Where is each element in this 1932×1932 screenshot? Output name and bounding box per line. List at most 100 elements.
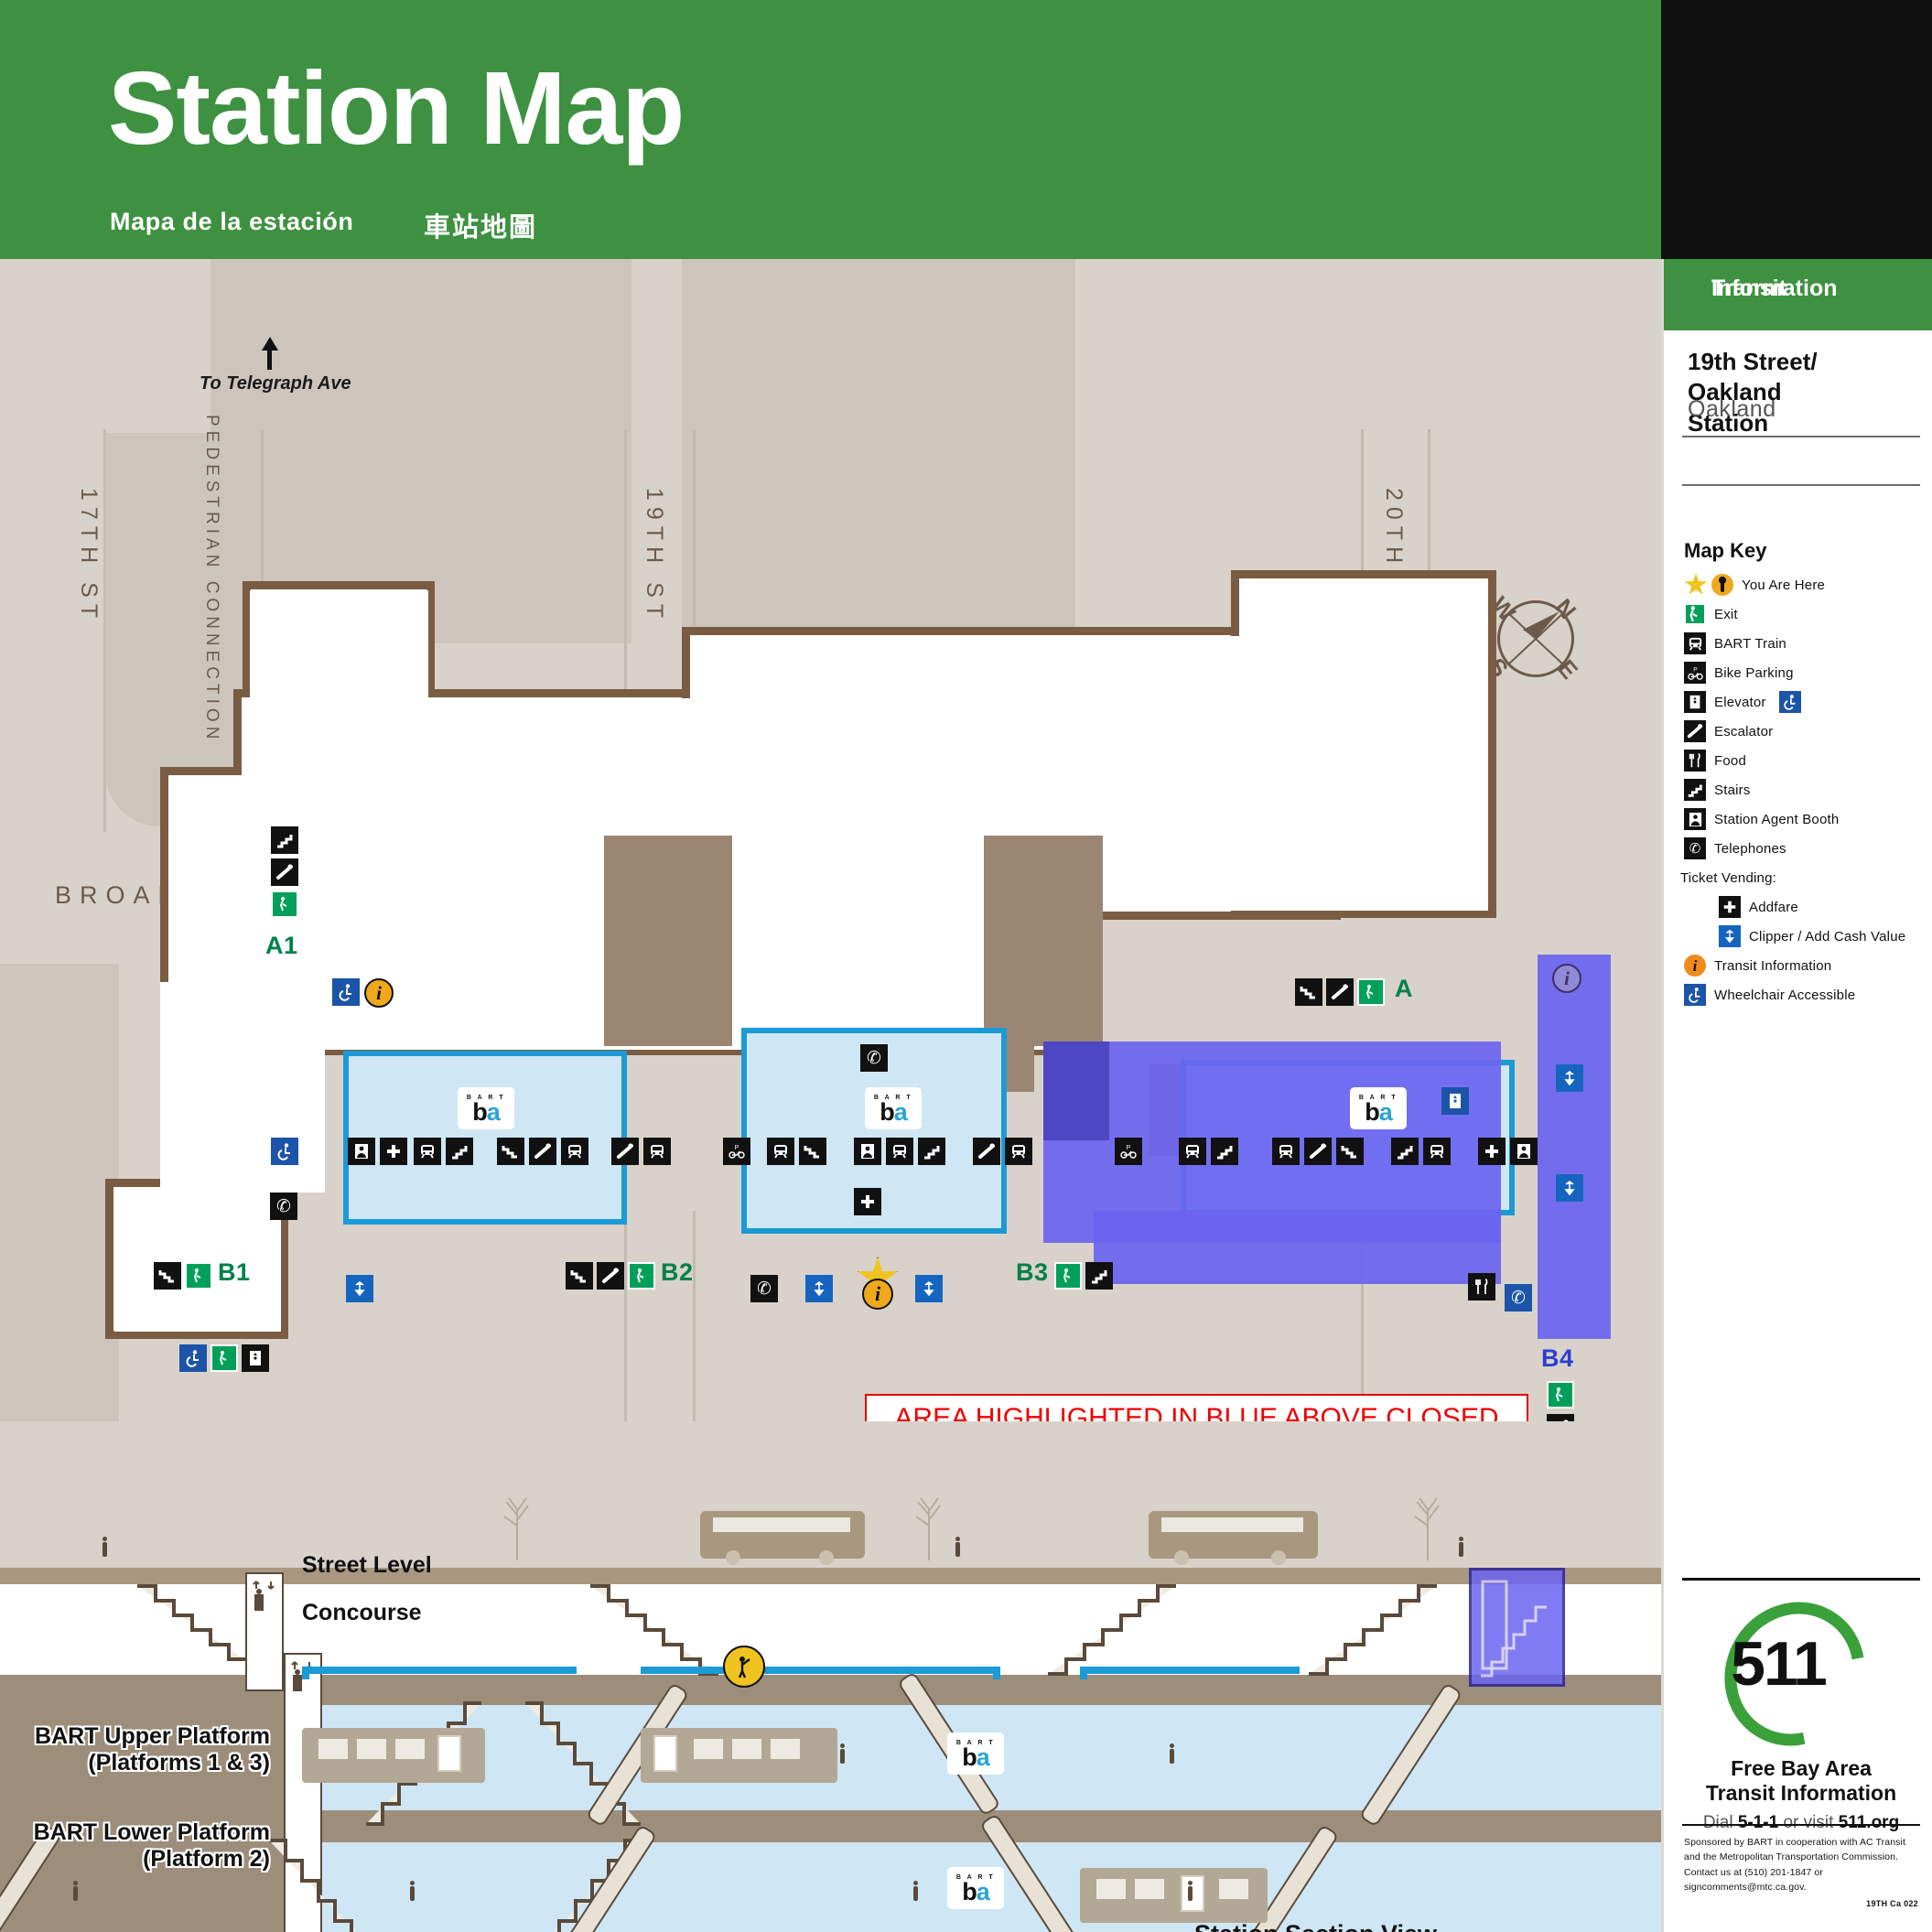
escalator-icon xyxy=(1326,978,1354,1006)
street-label-17th: 17TH ST xyxy=(76,488,102,625)
map-key-item-label: Telephones xyxy=(1714,840,1786,857)
paid-area-line xyxy=(993,1667,1000,1679)
bike-parking-icon: P xyxy=(1684,662,1706,684)
city-block xyxy=(682,259,1075,643)
person-icon xyxy=(738,1657,750,1678)
telephone-icon: ✆ xyxy=(860,1044,888,1072)
map-key-item-label: Escalator xyxy=(1714,723,1774,739)
star-icon xyxy=(1684,573,1708,595)
person-icon xyxy=(103,1537,107,1557)
clipper-icon xyxy=(1556,1064,1583,1092)
escalator-icon xyxy=(597,1262,624,1290)
dial-number: 5-1-1 xyxy=(1737,1813,1779,1832)
stairs-icon xyxy=(497,1138,524,1165)
map-key-item-label: Food xyxy=(1714,752,1746,769)
clipper-icon xyxy=(1719,925,1741,947)
food-icon xyxy=(1468,1273,1495,1301)
stairs-icon xyxy=(269,1839,384,1932)
train-door xyxy=(1181,1875,1204,1912)
stairs-icon xyxy=(1684,779,1706,801)
stairs-icon xyxy=(271,826,298,854)
stairs-icon xyxy=(154,1262,181,1290)
bart-logo-a: a xyxy=(976,1877,990,1905)
addfare-icon xyxy=(380,1138,407,1165)
bart-train-icon xyxy=(414,1138,441,1165)
page-header: Station Map Mapa de la estación 車站地圖 xyxy=(0,0,1661,259)
exit-icon xyxy=(1547,1381,1574,1409)
to-telegraph-ave-label: To Telegraph Ave xyxy=(200,373,351,394)
exit-code-a: A xyxy=(1395,975,1413,1002)
stairs-icon xyxy=(918,1138,945,1165)
paid-area-line xyxy=(641,1667,998,1674)
paid-area-line xyxy=(1080,1667,1087,1679)
closed-area-overlay-dark xyxy=(1043,1042,1109,1140)
telephone-glyph: ✆ xyxy=(1511,1287,1526,1308)
bart-logo: B A R T ba xyxy=(458,1087,514,1129)
paid-area-line xyxy=(302,1667,309,1679)
five11-tagline: Free Bay Area Transit Information xyxy=(1705,1756,1897,1806)
section-level-label-street: Street Level xyxy=(302,1552,432,1578)
stairs-icon xyxy=(566,1262,593,1290)
elevator-icon xyxy=(245,1572,284,1691)
stairs-icon xyxy=(1309,1584,1437,1676)
map-key-item-food: Food xyxy=(1684,750,1746,772)
exit-icon xyxy=(1054,1262,1082,1290)
addfare-icon xyxy=(854,1188,881,1215)
wheelchair-icon xyxy=(1778,691,1801,713)
person-icon xyxy=(1170,1743,1174,1764)
wheelchair-icon xyxy=(1684,984,1706,1006)
divider xyxy=(1682,1824,1920,1826)
ticket-vending-label: Ticket Vending: xyxy=(1680,869,1777,886)
bart-logo-mark: ba xyxy=(880,1099,908,1124)
map-key-item-label: Clipper / Add Cash Value xyxy=(1749,928,1906,944)
dial-url[interactable]: 511.org xyxy=(1839,1813,1900,1832)
map-key-item-wheelchair-accessible: Wheelchair Accessible xyxy=(1684,984,1855,1006)
svg-text:P: P xyxy=(1127,1145,1131,1151)
exit-icon xyxy=(1684,603,1706,625)
svg-text:P: P xyxy=(1693,666,1698,673)
bike-parking-icon: P xyxy=(723,1138,750,1165)
dial-prefix: Dial xyxy=(1702,1813,1738,1832)
transit-information-panel: Transit Information 19th Street/Oakland St… xyxy=(1661,259,1932,1932)
bart-train-icon xyxy=(1005,1138,1032,1165)
station-agent-booth-icon xyxy=(854,1138,881,1165)
bart-train-icon xyxy=(1423,1138,1451,1165)
map-key-item-label: Exit xyxy=(1714,606,1738,622)
telephone-icon: ✆ xyxy=(1684,837,1706,859)
map-key-item-bike-parking: P Bike Parking xyxy=(1684,662,1794,684)
section-level-label-lower-platform: BART Lower Platform (Platform 2) xyxy=(33,1819,270,1872)
map-key-item-telephones: ✆ Telephones xyxy=(1684,837,1786,859)
tree-icon xyxy=(915,1497,941,1560)
person-icon xyxy=(410,1881,415,1901)
map-key-item-station-agent-booth: Station Agent Booth xyxy=(1684,808,1839,830)
mezzanine-block xyxy=(984,836,1103,1046)
map-key-item-label: Station Agent Booth xyxy=(1714,811,1840,827)
person-icon xyxy=(1188,1881,1193,1901)
bus-wheel xyxy=(726,1550,740,1565)
stairs-icon xyxy=(1336,1138,1364,1165)
station-section-view-label: Station Section View xyxy=(1194,1920,1437,1932)
escalator-icon xyxy=(1684,720,1706,742)
bart-train-icon xyxy=(561,1138,588,1165)
tree-icon xyxy=(503,1497,529,1560)
bart-logo: B A R T ba xyxy=(947,1732,1004,1775)
paid-area-line xyxy=(1080,1667,1300,1674)
bart-logo-b: b xyxy=(962,1877,977,1905)
station-map-canvas: 17TH ST PEDESTRIAN CONNECTION 19TH ST 20… xyxy=(0,259,1661,1932)
person-icon xyxy=(913,1881,918,1901)
bike-parking-icon: P xyxy=(1115,1138,1142,1165)
telephone-glyph: ✆ xyxy=(867,1047,881,1068)
elevator-icon xyxy=(1684,691,1706,713)
food-icon xyxy=(1684,750,1706,772)
telephone-icon: ✆ xyxy=(1505,1284,1532,1311)
train-window xyxy=(1096,1879,1126,1899)
divider xyxy=(1682,1578,1920,1581)
bart-logo-b: b xyxy=(880,1097,894,1126)
wheelchair-icon xyxy=(332,978,360,1006)
transit-information-icon xyxy=(862,1279,893,1310)
header-info-badge-panel: i xyxy=(1661,0,1932,259)
stairs-icon xyxy=(799,1138,826,1165)
bus-icon xyxy=(1149,1511,1318,1565)
page-title: Station Map xyxy=(108,50,685,166)
station-section-view: B A R T ba B A R T ba Street Level Conco… xyxy=(0,1421,1661,1932)
